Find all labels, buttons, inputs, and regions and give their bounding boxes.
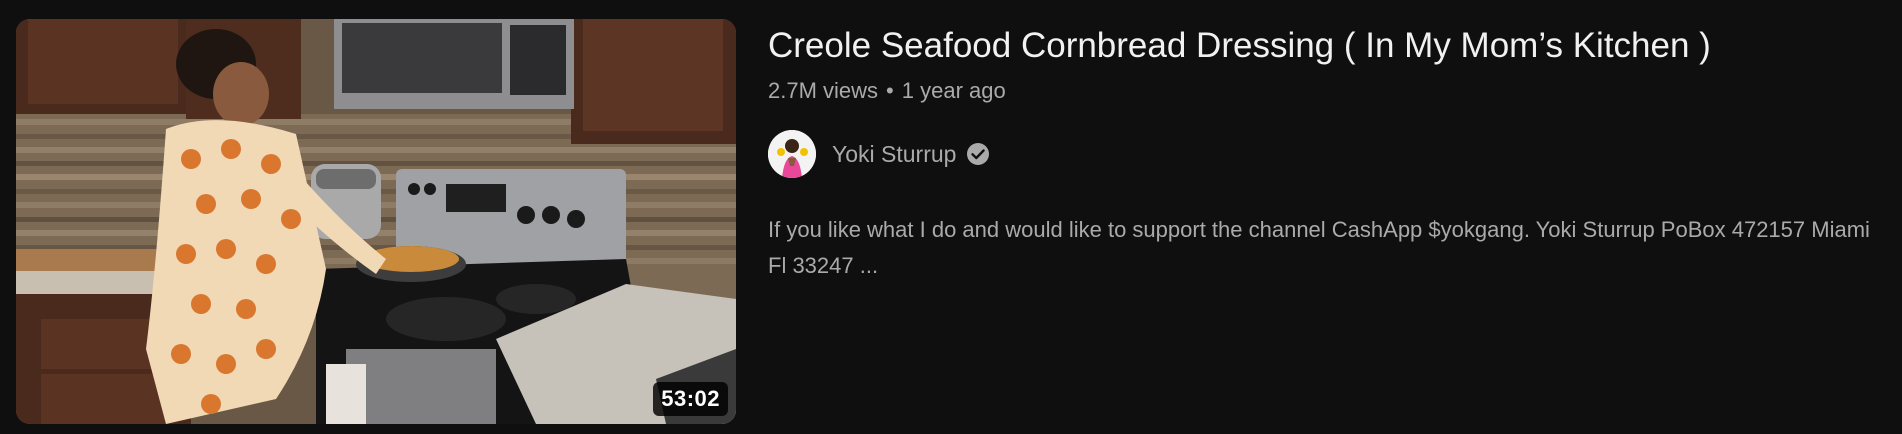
channel-info[interactable]: Yoki Sturrup [768,130,990,178]
video-thumbnail[interactable]: 53:02 [16,19,736,424]
channel-avatar[interactable] [768,130,816,178]
verified-check-icon [966,142,990,166]
video-metadata: 2.7M views • 1 year ago [768,74,1888,108]
duration-badge: 53:02 [653,382,728,416]
channel-name[interactable]: Yoki Sturrup [832,141,956,168]
meta-separator: • [886,78,894,103]
thumbnail-image [16,19,736,424]
video-details: Creole Seafood Cornbread Dressing ( In M… [768,20,1888,278]
video-result: 53:02 Creole Seafood Cornbread Dressing … [0,0,1902,434]
avatar [768,130,816,178]
video-description-snippet: If you like what I do and would like to … [768,217,1870,278]
view-count: 2.7M views [768,78,879,103]
video-title[interactable]: Creole Seafood Cornbread Dressing ( In M… [768,20,1888,72]
upload-age: 1 year ago [901,78,1006,103]
